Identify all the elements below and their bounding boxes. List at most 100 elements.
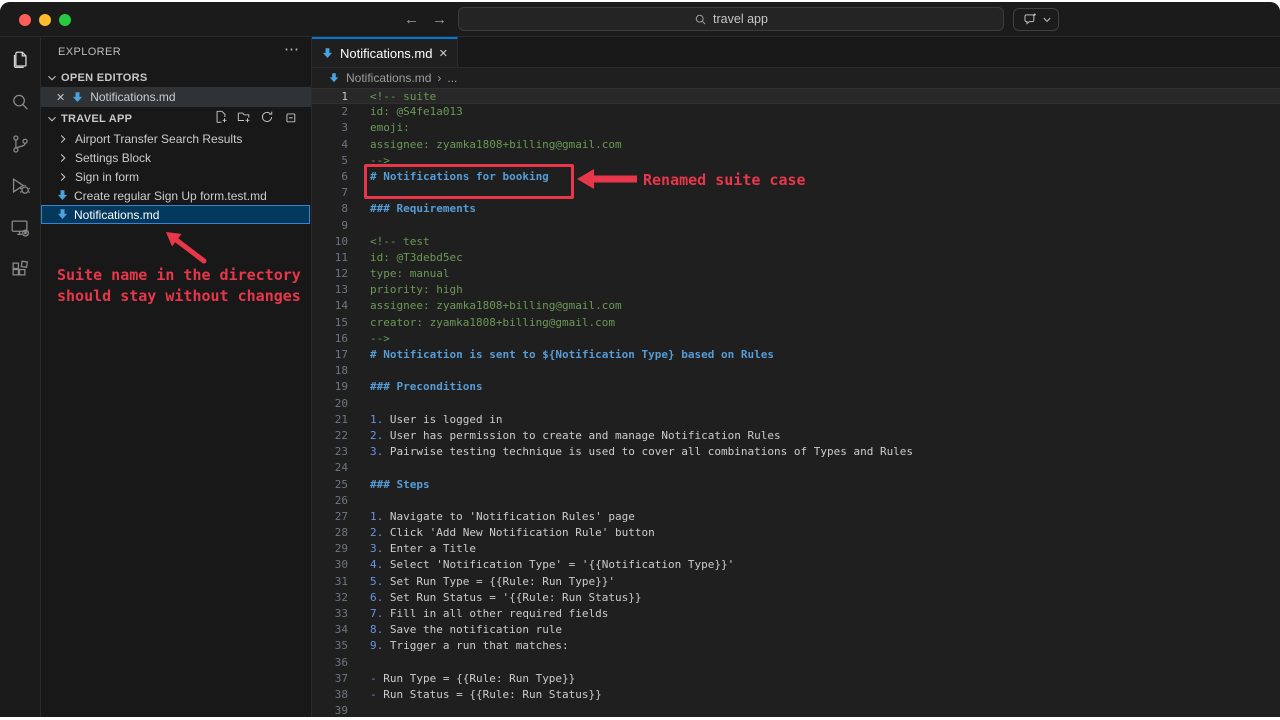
explorer-sidebar: EXPLORER ⋯ OPEN EDITORS ✕ Notifications.… xyxy=(41,37,312,717)
navigate-back-button[interactable]: ← xyxy=(404,2,419,36)
line-content xyxy=(348,460,370,476)
code-line[interactable]: 337. Fill in all other required fields xyxy=(312,606,1280,622)
code-line[interactable]: 11id: @T3debd5ec xyxy=(312,250,1280,266)
file-tree-item-label: Sign in form xyxy=(75,170,139,184)
code-line[interactable]: 18 xyxy=(312,363,1280,379)
code-line[interactable]: 326. Set Run Status = '{{Rule: Run Statu… xyxy=(312,590,1280,606)
remote-explorer-icon[interactable] xyxy=(0,209,40,247)
line-content: 3. Pairwise testing technique is used to… xyxy=(348,444,913,460)
code-line[interactable]: 13priority: high xyxy=(312,282,1280,298)
code-line[interactable]: 14assignee: zyamka1808+billing@gmail.com xyxy=(312,298,1280,314)
workspace-section-header[interactable]: TRAVEL APP xyxy=(45,112,132,126)
line-content: 7. Fill in all other required fields xyxy=(348,606,608,622)
line-content: - Run Status = {{Rule: Run Status}} xyxy=(348,687,602,703)
close-tab-icon[interactable]: ✕ xyxy=(439,47,448,60)
activity-bar xyxy=(0,37,41,717)
code-line[interactable]: 26 xyxy=(312,493,1280,509)
breadcrumb-more[interactable]: ... xyxy=(447,71,457,85)
run-and-debug-icon[interactable] xyxy=(0,167,40,205)
line-number: 16 xyxy=(312,331,348,347)
line-content: ### Preconditions xyxy=(348,379,483,395)
copilot-menu-button[interactable] xyxy=(1013,8,1059,31)
code-line[interactable]: 9 xyxy=(312,218,1280,234)
code-line[interactable]: 293. Enter a Title xyxy=(312,541,1280,557)
search-view-icon[interactable] xyxy=(0,83,40,121)
line-content: 1. Navigate to 'Notification Rules' page xyxy=(348,509,635,525)
file-tree-item[interactable]: Notifications.md xyxy=(41,205,310,224)
command-center-text: travel app xyxy=(713,12,768,26)
code-line[interactable]: 20 xyxy=(312,396,1280,412)
code-line[interactable]: 25### Steps xyxy=(312,477,1280,493)
code-line[interactable]: 15creator: zyamka1808+billing@gmail.com xyxy=(312,315,1280,331)
line-number: 15 xyxy=(312,315,348,331)
file-tree-item[interactable]: Sign in form xyxy=(41,167,310,186)
extensions-icon[interactable] xyxy=(0,251,40,289)
close-editor-icon[interactable]: ✕ xyxy=(56,91,65,104)
code-line[interactable]: 348. Save the notification rule xyxy=(312,622,1280,638)
chevron-right-icon xyxy=(56,132,70,146)
breadcrumb-file[interactable]: Notifications.md xyxy=(346,71,431,85)
explorer-icon[interactable] xyxy=(0,41,40,79)
sidebar-title: EXPLORER xyxy=(58,46,121,58)
file-tree-item[interactable]: Settings Block xyxy=(41,148,310,167)
zoom-window-button[interactable] xyxy=(59,14,71,26)
code-line[interactable]: 1<!-- suite xyxy=(312,88,1280,104)
markdown-file-icon xyxy=(56,208,69,221)
workspace-name-label: TRAVEL APP xyxy=(61,113,132,125)
markdown-file-icon xyxy=(328,72,340,84)
line-number: 28 xyxy=(312,525,348,541)
line-content: assignee: zyamka1808+billing@gmail.com xyxy=(348,137,622,153)
line-number: 33 xyxy=(312,606,348,622)
code-line[interactable]: 3emoji: xyxy=(312,120,1280,136)
code-line[interactable]: 17# Notification is sent to ${Notificati… xyxy=(312,347,1280,363)
line-content xyxy=(348,493,370,509)
code-line[interactable]: 37- Run Type = {{Rule: Run Type}} xyxy=(312,671,1280,687)
code-line[interactable]: 4assignee: zyamka1808+billing@gmail.com xyxy=(312,137,1280,153)
navigate-forward-button[interactable]: → xyxy=(432,2,447,36)
code-line[interactable]: 304. Select 'Notification Type' = '{{Not… xyxy=(312,557,1280,573)
code-line[interactable]: 36 xyxy=(312,655,1280,671)
code-line[interactable]: 315. Set Run Type = {{Rule: Run Type}}' xyxy=(312,574,1280,590)
command-center-search[interactable]: travel app xyxy=(458,7,1004,31)
new-folder-icon[interactable] xyxy=(237,110,251,124)
collapse-all-icon[interactable] xyxy=(283,110,297,124)
tab-notifications-md[interactable]: Notifications.md ✕ xyxy=(312,37,458,67)
new-file-icon[interactable] xyxy=(214,110,228,124)
code-line[interactable]: 8### Requirements xyxy=(312,201,1280,217)
code-line[interactable]: 211. User is logged in xyxy=(312,412,1280,428)
code-line[interactable]: 16--> xyxy=(312,331,1280,347)
line-content: creator: zyamka1808+billing@gmail.com xyxy=(348,315,615,331)
code-line[interactable]: 271. Navigate to 'Notification Rules' pa… xyxy=(312,509,1280,525)
refresh-icon[interactable] xyxy=(260,110,274,124)
breadcrumb[interactable]: Notifications.md › ... xyxy=(312,68,1280,88)
line-number: 3 xyxy=(312,120,348,136)
code-line[interactable]: 38- Run Status = {{Rule: Run Status}} xyxy=(312,687,1280,703)
line-content xyxy=(348,655,370,671)
code-line[interactable]: 359. Trigger a run that matches: xyxy=(312,638,1280,654)
close-window-button[interactable] xyxy=(19,14,31,26)
open-editors-section-header[interactable]: OPEN EDITORS xyxy=(45,71,148,85)
title-bar: ← → travel app xyxy=(0,2,1280,37)
vscode-window: ← → travel app xyxy=(0,2,1280,717)
code-line[interactable]: 222. User has permission to create and m… xyxy=(312,428,1280,444)
line-content: <!-- suite xyxy=(348,89,436,103)
line-content: 2. User has permission to create and man… xyxy=(348,428,781,444)
code-line[interactable]: 233. Pairwise testing technique is used … xyxy=(312,444,1280,460)
code-line[interactable]: 12type: manual xyxy=(312,266,1280,282)
markdown-file-icon xyxy=(71,91,84,104)
file-tree-item[interactable]: Create regular Sign Up form.test.md xyxy=(41,186,310,205)
more-actions-icon[interactable]: ⋯ xyxy=(284,40,299,58)
code-line[interactable]: 19### Preconditions xyxy=(312,379,1280,395)
code-line[interactable]: 39 xyxy=(312,703,1280,717)
chevron-down-icon xyxy=(45,71,59,85)
code-line[interactable]: 10<!-- test xyxy=(312,234,1280,250)
line-content: emoji: xyxy=(348,120,410,136)
file-tree-item[interactable]: Airport Transfer Search Results xyxy=(41,129,310,148)
code-line[interactable]: 282. Click 'Add New Notification Rule' b… xyxy=(312,525,1280,541)
open-editor-item[interactable]: ✕ Notifications.md xyxy=(41,87,311,107)
source-control-icon[interactable] xyxy=(0,125,40,163)
line-content: 3. Enter a Title xyxy=(348,541,476,557)
code-line[interactable]: 2id: @S4fe1a013 xyxy=(312,104,1280,120)
minimize-window-button[interactable] xyxy=(39,14,51,26)
code-line[interactable]: 24 xyxy=(312,460,1280,476)
